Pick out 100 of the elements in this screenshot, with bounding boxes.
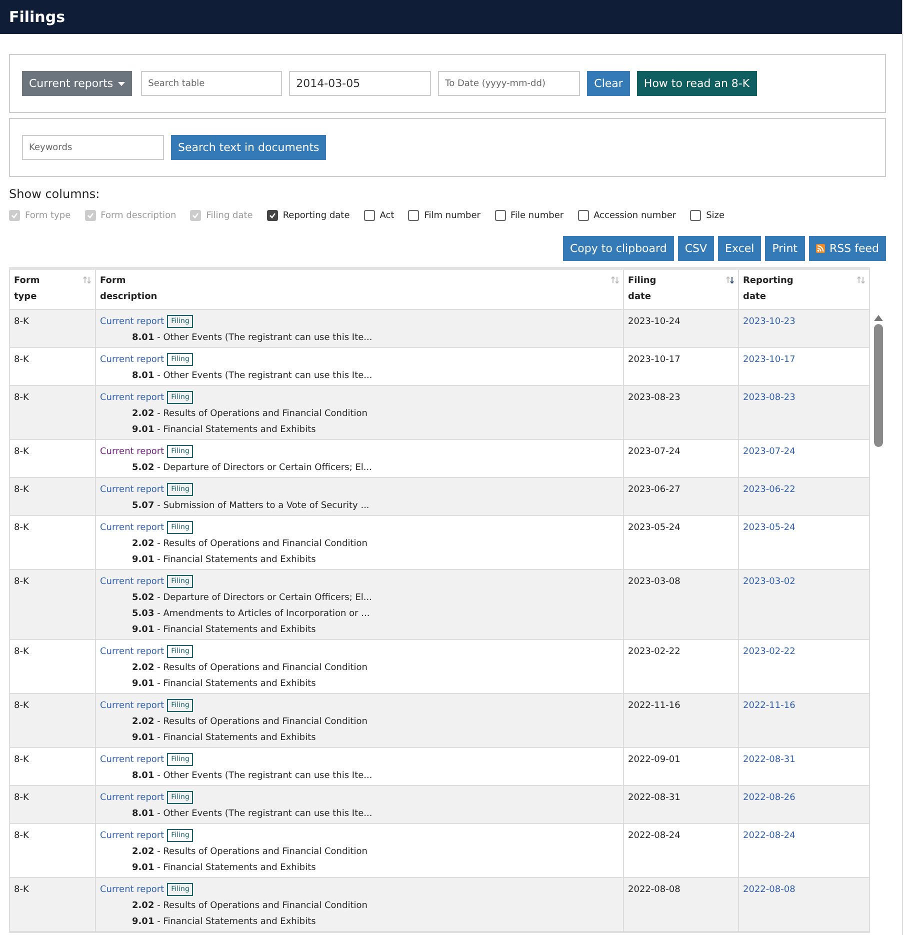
export-button[interactable]: CSV [678, 236, 714, 261]
column-option-label: File number [510, 210, 564, 220]
reporting-date-link[interactable]: 2023-08-23 [743, 393, 796, 403]
column-header[interactable]: Form description [100, 273, 158, 305]
form-type-cell-text: 8-K [14, 646, 30, 659]
item-description: 5.07 - Submission of Matters to a Vote of Security ... [131, 500, 370, 513]
reporting-date-link[interactable]: 2022-08-31 [743, 755, 796, 765]
item-description: 2.02 - Results of Operations and Financial Condition [131, 662, 368, 675]
form-type-cell-text: 8-K [14, 484, 30, 497]
form-type-cell-text: 8-K [14, 754, 30, 767]
filing-date-cell-text: 2022-09-01 [628, 754, 682, 767]
item-description: 8.01 - Other Events (The registrant can use this Ite... [131, 808, 374, 821]
column-option-label: Accession number [594, 210, 676, 220]
report-link[interactable]: Current report [100, 355, 164, 365]
item-description: 2.02 - Results of Operations and Financial Condition [131, 408, 368, 421]
filing-date-cell-text: 2023-10-24 [628, 316, 682, 329]
report-link[interactable]: Current report [100, 701, 164, 711]
scroll-up-icon[interactable] [874, 315, 882, 321]
item-description: 8.01 - Other Events (The registrant can use this Ite... [131, 770, 374, 783]
caret-icon [118, 82, 126, 86]
report-type-dropdown[interactable]: Current reports [22, 71, 132, 96]
export-button[interactable]: Print [765, 236, 804, 261]
reporting-date-link[interactable]: 2023-10-23 [743, 317, 796, 327]
column-option-label: Form description [100, 210, 176, 220]
report-link[interactable]: Current report [100, 523, 164, 533]
column-header[interactable]: Form type [14, 273, 40, 305]
sort-icon[interactable] [726, 276, 734, 284]
clear-button[interactable]: Clear [587, 71, 630, 96]
export-button[interactable]: Copy to clipboard [562, 236, 674, 261]
column-option-label: Film number [424, 210, 481, 220]
column-header[interactable]: Filing date [628, 273, 656, 305]
filing-date-cell-text: 2023-02-22 [628, 646, 682, 659]
form-type-cell-text: 8-K [14, 446, 30, 459]
report-link[interactable]: Current report [100, 793, 164, 803]
keywords-field[interactable]: Keywords [22, 135, 164, 160]
column-option-label: Reporting date [282, 210, 350, 220]
form-type-cell-text: 8-K [14, 576, 30, 589]
column-checkbox[interactable] [578, 210, 589, 221]
filing-date-cell-text: 2022-08-08 [628, 884, 682, 897]
filing-date-cell-text: 2023-03-08 [628, 576, 682, 589]
item-description: 9.01 - Financial Statements and Exhibits [131, 554, 317, 567]
reporting-date-link[interactable]: 2022-08-08 [743, 885, 796, 895]
reporting-date-link[interactable]: 2022-08-26 [743, 793, 796, 803]
reporting-date-link[interactable]: 2022-11-16 [743, 701, 796, 711]
item-description: 5.02 - Departure of Directors or Certain Officers; El... [131, 462, 373, 475]
column-checkbox[interactable] [690, 210, 702, 221]
report-link[interactable]: Current report [100, 577, 164, 587]
column-checkbox[interactable] [494, 210, 506, 221]
report-link[interactable]: Current report [100, 485, 164, 495]
column-checkbox[interactable] [408, 210, 420, 221]
filing-date-cell-text: 2023-06-27 [628, 484, 682, 497]
export-button[interactable]: Excel [718, 236, 762, 261]
item-description: 9.01 - Financial Statements and Exhibits [131, 862, 317, 875]
page-title: Filings [9, 8, 66, 26]
column-option-label: Size [706, 210, 725, 220]
item-description: 9.01 - Financial Statements and Exhibits [131, 732, 317, 745]
search-field[interactable]: Search table [141, 71, 282, 96]
item-description: 9.01 - Financial Statements and Exhibits [131, 916, 317, 929]
report-link[interactable]: Current report [100, 393, 164, 403]
item-description: 8.01 - Other Events (The registrant can use this Ite... [131, 370, 374, 383]
item-description: 9.01 - Financial Statements and Exhibits [131, 678, 317, 691]
report-link[interactable]: Current report [100, 317, 164, 327]
report-link[interactable]: Current report [100, 755, 164, 765]
filing-date-cell-text: 2022-11-16 [628, 700, 682, 713]
column-checkbox[interactable] [364, 210, 375, 221]
reporting-date-link[interactable]: 2023-10-17 [743, 355, 796, 365]
reporting-date-link[interactable]: 2023-05-24 [743, 523, 796, 533]
reporting-date-link[interactable]: 2022-08-24 [743, 831, 796, 841]
item-description: 5.03 - Amendments to Articles of Incorporation or ... [131, 608, 371, 621]
search-documents-button[interactable]: Search text in documents [171, 135, 326, 160]
rss-feed-button[interactable]: RSS feed [808, 236, 886, 261]
form-type-cell-text: 8-K [14, 830, 30, 843]
filing-date-cell-text: 2022-08-24 [628, 830, 682, 843]
item-description: 9.01 - Financial Statements and Exhibits [131, 624, 317, 637]
filing-date-cell-text: 2023-10-17 [628, 354, 682, 367]
column-option-label: Filing date [206, 210, 253, 220]
column-checkbox[interactable] [266, 210, 278, 221]
from-date-field[interactable]: 2014-03-05 [289, 71, 432, 96]
form-type-cell-text: 8-K [14, 522, 30, 535]
reporting-date-link[interactable]: 2023-07-24 [743, 447, 796, 457]
form-type-cell-text: 8-K [14, 792, 30, 805]
item-description: 2.02 - Results of Operations and Financial Condition [131, 716, 368, 729]
form-type-cell-text: 8-K [14, 316, 30, 329]
reporting-date-link[interactable]: 2023-02-22 [743, 647, 796, 657]
filing-date-cell-text: 2023-07-24 [628, 446, 682, 459]
filing-date-cell-text: 2022-08-31 [628, 792, 682, 805]
item-description: 2.02 - Results of Operations and Financial Condition [131, 538, 368, 551]
report-link[interactable]: Current report [100, 447, 164, 457]
item-description: 9.01 - Financial Statements and Exhibits [131, 424, 317, 437]
reporting-date-link[interactable]: 2023-06-22 [743, 485, 796, 495]
column-header[interactable]: Reporting date [743, 273, 794, 305]
form-type-cell-text: 8-K [14, 884, 30, 897]
show-columns-label: Show columns: [9, 187, 101, 201]
report-link[interactable]: Current report [100, 885, 164, 895]
report-link[interactable]: Current report [100, 647, 164, 657]
to-date-field[interactable]: To Date (yyyy-mm-dd) [438, 71, 580, 96]
report-link[interactable]: Current report [100, 831, 164, 841]
reporting-date-link[interactable]: 2023-03-02 [743, 577, 796, 587]
help-button[interactable]: How to read an 8-K [636, 71, 757, 96]
scrollbar-thumb[interactable] [874, 324, 882, 447]
